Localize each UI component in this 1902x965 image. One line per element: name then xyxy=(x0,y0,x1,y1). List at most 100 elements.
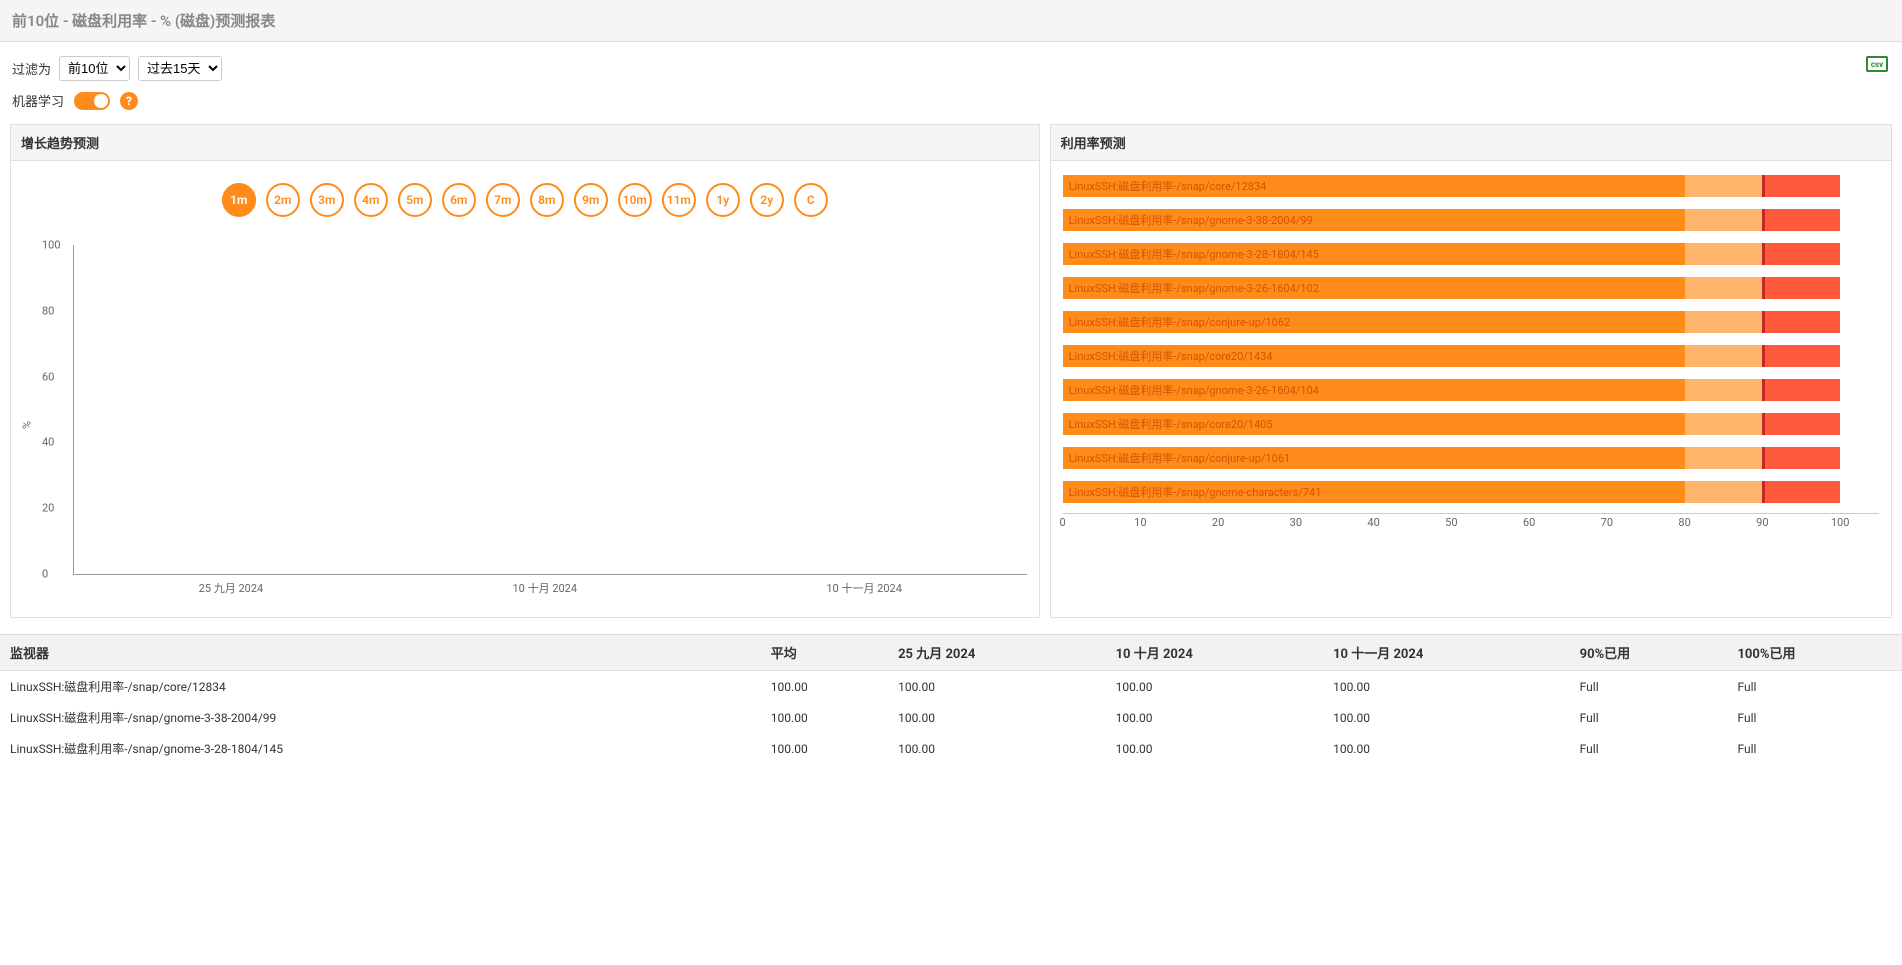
xtick: 10 十一月 2024 xyxy=(826,580,902,596)
table-cell: 100.00 xyxy=(1106,733,1324,764)
util-panel-title: 利用率预测 xyxy=(1051,125,1891,161)
help-icon[interactable]: ? xyxy=(120,92,138,110)
xtick: 20 xyxy=(1212,516,1224,529)
ytick: 60 xyxy=(42,370,54,383)
table-cell: 100.00 xyxy=(888,702,1106,733)
range-pill-4m[interactable]: 4m xyxy=(354,183,388,217)
table-cell: 100.00 xyxy=(1106,702,1324,733)
growth-bar-chart: % 25 九月 2024 10 十月 2024 10 十一月 2024 0 20 40 6… xyxy=(23,245,1027,605)
hbar-row[interactable]: LinuxSSH:磁盘利用率-/snap/gnome-3-26-1604/102 xyxy=(1063,275,1879,301)
xtick: 60 xyxy=(1523,516,1535,529)
ytick: 80 xyxy=(42,304,54,317)
xtick: 80 xyxy=(1678,516,1690,529)
hbar-row[interactable]: LinuxSSH:磁盘利用率-/snap/gnome-characters/74… xyxy=(1063,479,1879,505)
filter-top-select[interactable]: 前10位 xyxy=(59,56,130,81)
table-cell: LinuxSSH:磁盘利用率-/snap/gnome-3-28-1804/145 xyxy=(0,733,761,764)
hbar-row[interactable]: LinuxSSH:磁盘利用率-/snap/conjure-up/1061 xyxy=(1063,445,1879,471)
xtick: 25 九月 2024 xyxy=(199,580,264,596)
ytick: 0 xyxy=(42,568,48,581)
xtick: 100 xyxy=(1831,516,1850,529)
hbar-row[interactable]: LinuxSSH:磁盘利用率-/snap/core/12834 xyxy=(1063,173,1879,199)
filter-period-select[interactable]: 过去15天 xyxy=(138,56,222,81)
table-header[interactable]: 100%已用 xyxy=(1727,635,1902,671)
table-cell: LinuxSSH:磁盘利用率-/snap/gnome-3-38-2004/99 xyxy=(0,702,761,733)
filter-bar: 过滤为 前10位 过去15天 csv xyxy=(0,42,1902,91)
range-pill-2y[interactable]: 2y xyxy=(750,183,784,217)
hbar-label: LinuxSSH:磁盘利用率-/snap/conjure-up/1061 xyxy=(1069,450,1291,466)
range-pill-1m[interactable]: 1m xyxy=(222,183,256,217)
table-cell: 100.00 xyxy=(1323,733,1570,764)
range-pill-6m[interactable]: 6m xyxy=(442,183,476,217)
table-header[interactable]: 平均 xyxy=(761,635,888,671)
table-cell: Full xyxy=(1727,733,1902,764)
table-cell: 100.00 xyxy=(888,733,1106,764)
table-cell: Full xyxy=(1727,702,1902,733)
hbar-row[interactable]: LinuxSSH:磁盘利用率-/snap/core20/1434 xyxy=(1063,343,1879,369)
hbar-label: LinuxSSH:磁盘利用率-/snap/gnome-3-26-1604/104 xyxy=(1069,382,1319,398)
hbar-label: LinuxSSH:磁盘利用率-/snap/conjure-up/1062 xyxy=(1069,314,1291,330)
range-pill-8m[interactable]: 8m xyxy=(530,183,564,217)
filter-label: 过滤为 xyxy=(12,59,51,78)
table-cell: Full xyxy=(1570,702,1728,733)
table-cell: 100.00 xyxy=(1323,702,1570,733)
ml-toggle[interactable] xyxy=(74,92,110,110)
table-cell: 100.00 xyxy=(761,733,888,764)
hbar-row[interactable]: LinuxSSH:磁盘利用率-/snap/conjure-up/1062 xyxy=(1063,309,1879,335)
ml-toggle-row: 机器学习 ? xyxy=(0,91,1902,124)
hbar-label: LinuxSSH:磁盘利用率-/snap/gnome-3-26-1604/102 xyxy=(1069,280,1319,296)
hbar-label: LinuxSSH:磁盘利用率-/snap/gnome-3-28-1804/145 xyxy=(1069,246,1319,262)
table-cell: 100.00 xyxy=(1106,671,1324,703)
table-header[interactable]: 90%已用 xyxy=(1570,635,1728,671)
range-pill-2m[interactable]: 2m xyxy=(266,183,300,217)
growth-forecast-panel: 增长趋势预测 1m 2m 3m 4m 5m 6m 7m 8m 9m 10m 11m 1y 2y C % 2… xyxy=(10,124,1040,618)
range-pill-C[interactable]: C xyxy=(794,183,828,217)
ytick: 40 xyxy=(42,436,54,449)
table-cell: Full xyxy=(1570,733,1728,764)
range-pill-3m[interactable]: 3m xyxy=(310,183,344,217)
table-cell: 100.00 xyxy=(1323,671,1570,703)
range-pill-5m[interactable]: 5m xyxy=(398,183,432,217)
table-header[interactable]: 25 九月 2024 xyxy=(888,635,1106,671)
ml-label: 机器学习 xyxy=(12,91,64,110)
hbar-row[interactable]: LinuxSSH:磁盘利用率-/snap/core20/1405 xyxy=(1063,411,1879,437)
range-pill-7m[interactable]: 7m xyxy=(486,183,520,217)
table-row[interactable]: LinuxSSH:磁盘利用率-/snap/gnome-3-38-2004/991… xyxy=(0,702,1902,733)
hbar-label: LinuxSSH:磁盘利用率-/snap/core20/1434 xyxy=(1069,348,1273,364)
hbar-row[interactable]: LinuxSSH:磁盘利用率-/snap/gnome-3-38-2004/99 xyxy=(1063,207,1879,233)
table-row[interactable]: LinuxSSH:磁盘利用率-/snap/gnome-3-28-1804/145… xyxy=(0,733,1902,764)
hbar-label: LinuxSSH:磁盘利用率-/snap/core20/1405 xyxy=(1069,416,1273,432)
xtick: 90 xyxy=(1756,516,1768,529)
xtick: 10 xyxy=(1134,516,1146,529)
xtick: 40 xyxy=(1367,516,1379,529)
table-cell: 100.00 xyxy=(761,671,888,703)
range-pill-11m[interactable]: 11m xyxy=(662,183,696,217)
ytick: 20 xyxy=(42,502,54,515)
xtick: 50 xyxy=(1445,516,1457,529)
hbar-label: LinuxSSH:磁盘利用率-/snap/gnome-characters/74… xyxy=(1069,484,1322,500)
range-pill-10m[interactable]: 10m xyxy=(618,183,652,217)
page-title: 前10位 - 磁盘利用率 - % (磁盘)预测报表 xyxy=(0,0,1902,42)
growth-panel-title: 增长趋势预测 xyxy=(11,125,1039,161)
range-pill-9m[interactable]: 9m xyxy=(574,183,608,217)
hbar-row[interactable]: LinuxSSH:磁盘利用率-/snap/gnome-3-26-1604/104 xyxy=(1063,377,1879,403)
table-header[interactable]: 10 十月 2024 xyxy=(1106,635,1324,671)
hbar-row[interactable]: LinuxSSH:磁盘利用率-/snap/gnome-3-28-1804/145 xyxy=(1063,241,1879,267)
hbar-label: LinuxSSH:磁盘利用率-/snap/gnome-3-38-2004/99 xyxy=(1069,212,1313,228)
xtick: 0 xyxy=(1060,516,1066,529)
table-header[interactable]: 监视器 xyxy=(0,635,761,671)
hbar-label: LinuxSSH:磁盘利用率-/snap/core/12834 xyxy=(1069,178,1267,194)
chart-ylabel: % xyxy=(21,421,34,429)
table-cell: 100.00 xyxy=(888,671,1106,703)
table-row[interactable]: LinuxSSH:磁盘利用率-/snap/core/12834100.00100… xyxy=(0,671,1902,703)
export-icon[interactable]: csv xyxy=(1866,56,1888,72)
table-cell: Full xyxy=(1727,671,1902,703)
ytick: 100 xyxy=(42,239,61,252)
table-cell: 100.00 xyxy=(761,702,888,733)
range-pill-1y[interactable]: 1y xyxy=(706,183,740,217)
xtick: 10 十月 2024 xyxy=(513,580,578,596)
utilization-forecast-panel: 利用率预测 LinuxSSH:磁盘利用率-/snap/core/12834Lin… xyxy=(1050,124,1892,618)
xtick: 30 xyxy=(1290,516,1302,529)
table-cell: Full xyxy=(1570,671,1728,703)
utilization-hbar-chart: LinuxSSH:磁盘利用率-/snap/core/12834 LinuxSSH:… xyxy=(1063,173,1879,553)
table-header[interactable]: 10 十一月 2024 xyxy=(1323,635,1570,671)
